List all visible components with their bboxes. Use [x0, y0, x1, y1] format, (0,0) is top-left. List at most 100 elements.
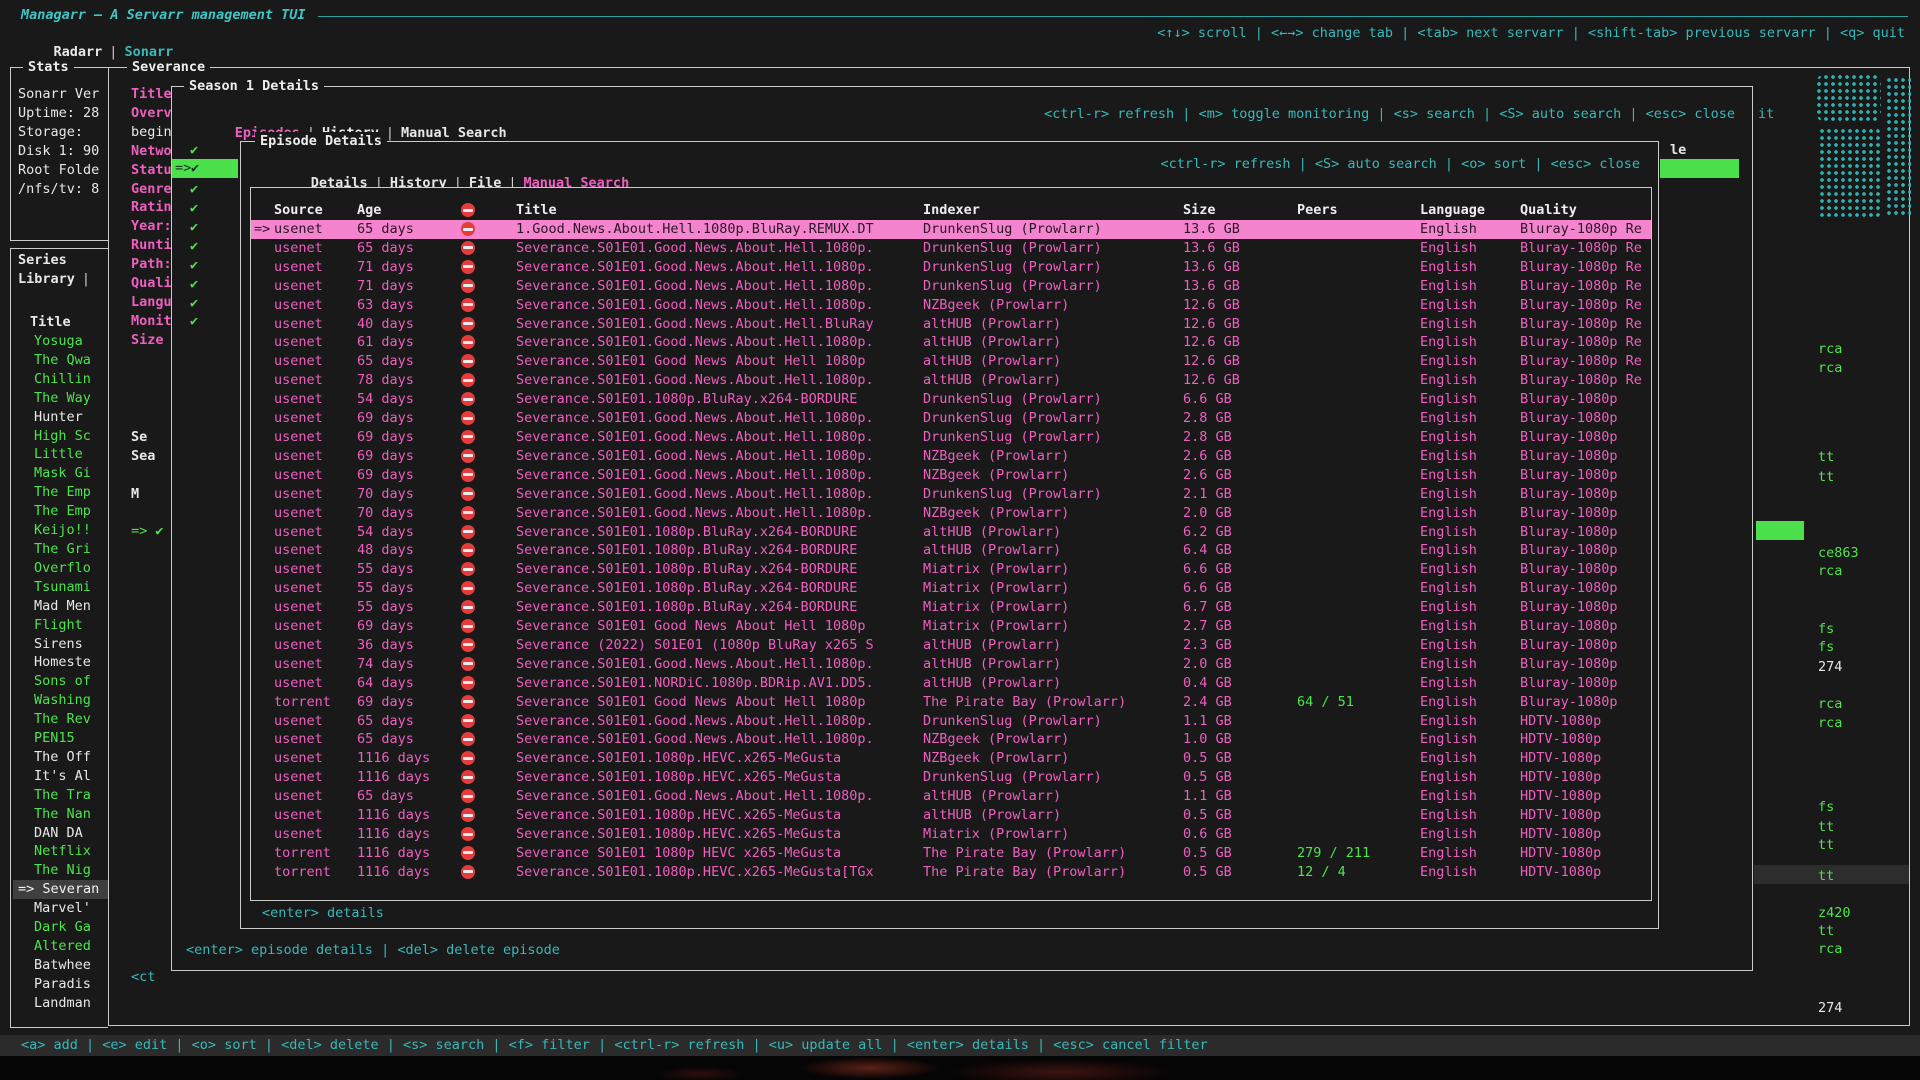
selected-episode-highlight-left[interactable]: => ✔ [172, 159, 238, 178]
series-list-item[interactable]: Sons of [13, 672, 108, 691]
release-row[interactable]: usenet1116 daysSeverance.S01E01.1080p.HE… [251, 749, 1651, 768]
series-list-item[interactable]: The Emp [13, 502, 108, 521]
release-row[interactable]: usenet69 daysSeverance.S01E01.Good.News.… [251, 409, 1651, 428]
release-row[interactable]: usenet55 daysSeverance.S01E01.1080p.BluR… [251, 579, 1651, 598]
stats-panel-title: Stats [23, 58, 74, 77]
release-row[interactable]: usenet69 daysSeverance.S01E01.Good.News.… [251, 447, 1651, 466]
col-peers[interactable]: Peers [1297, 201, 1420, 220]
col-language[interactable]: Language [1420, 201, 1520, 220]
series-list-item[interactable]: Chillin [13, 370, 108, 389]
col-rejected[interactable] [461, 201, 516, 220]
series-list-item[interactable]: Sirens [13, 635, 108, 654]
series-list-item[interactable]: Hunter [13, 408, 108, 427]
release-row[interactable]: usenet48 daysSeverance.S01E01.1080p.BluR… [251, 541, 1651, 560]
release-row[interactable]: usenet36 daysSeverance (2022) S01E01 (10… [251, 636, 1651, 655]
series-list-item[interactable]: The Rev [13, 710, 108, 729]
release-row[interactable]: usenet65 daysSeverance.S01E01.Good.News.… [251, 239, 1651, 258]
series-list-item[interactable]: High Sc [13, 427, 108, 446]
background-text-fragment: 274 [1818, 999, 1842, 1018]
release-row[interactable]: torrent69 daysSeverance S01E01 Good News… [251, 693, 1651, 712]
series-list-item[interactable]: DAN DA [13, 824, 108, 843]
release-row[interactable]: usenet71 daysSeverance.S01E01.Good.News.… [251, 277, 1651, 296]
poster-dot-art [1885, 75, 1911, 215]
series-list-item[interactable]: Washing [13, 691, 108, 710]
series-list-item[interactable]: Paradis [13, 975, 108, 994]
series-list-item[interactable]: Landman [13, 994, 108, 1013]
release-row[interactable]: usenet69 daysSeverance.S01E01.Good.News.… [251, 428, 1651, 447]
series-list-item[interactable]: Mask Gi [13, 464, 108, 483]
col-indexer[interactable]: Indexer [923, 201, 1183, 220]
release-row[interactable]: usenet40 daysSeverance.S01E01.Good.News.… [251, 315, 1651, 334]
series-list-item[interactable]: Netflix [13, 842, 108, 861]
series-list-item[interactable]: Altered [13, 937, 108, 956]
series-list-item[interactable]: Dark Ga [13, 918, 108, 937]
library-tab[interactable]: Library| [18, 270, 90, 289]
release-row[interactable]: usenet70 daysSeverance.S01E01.Good.News.… [251, 485, 1651, 504]
release-row[interactable]: torrent1116 daysSeverance S01E01 1080p H… [251, 844, 1651, 863]
release-row[interactable]: =>usenet65 days1.Good.News.About.Hell.10… [251, 220, 1651, 239]
release-row[interactable]: usenet61 daysSeverance.S01E01.Good.News.… [251, 333, 1651, 352]
series-detail-fields: TitleOvervbeginNetwoStatuGenreRatinYear:… [131, 85, 172, 350]
release-row[interactable]: usenet74 daysSeverance.S01E01.Good.News.… [251, 655, 1651, 674]
release-row[interactable]: usenet1116 daysSeverance.S01E01.1080p.HE… [251, 825, 1651, 844]
series-list-item[interactable]: The Emp [13, 483, 108, 502]
release-row[interactable]: usenet55 daysSeverance.S01E01.1080p.BluR… [251, 598, 1651, 617]
seasons-selected-arrow[interactable]: => ✔ [131, 522, 164, 541]
series-list-item[interactable]: Tsunami [13, 578, 108, 597]
series-list-item[interactable]: The Nan [13, 805, 108, 824]
release-row[interactable]: usenet64 daysSeverance.S01E01.NORDiC.108… [251, 674, 1651, 693]
series-list-item[interactable]: => Severan [13, 880, 108, 899]
release-row[interactable]: usenet69 daysSeverance S01E01 Good News … [251, 617, 1651, 636]
release-row[interactable]: torrent1116 daysSeverance.S01E01.1080p.H… [251, 863, 1651, 882]
series-list-item[interactable]: Little [13, 445, 108, 464]
col-quality[interactable]: Quality [1520, 201, 1577, 220]
stats-line: Disk 1: 90 [18, 142, 99, 161]
rejected-icon [461, 619, 475, 633]
release-row[interactable]: usenet65 daysSeverance.S01E01.Good.News.… [251, 787, 1651, 806]
release-row[interactable]: usenet1116 daysSeverance.S01E01.1080p.HE… [251, 806, 1651, 825]
title-rule [318, 16, 1908, 17]
monitored-check-icon: ✔ [191, 159, 199, 178]
release-row[interactable]: usenet78 daysSeverance.S01E01.Good.News.… [251, 371, 1651, 390]
release-row[interactable]: usenet63 daysSeverance.S01E01.Good.News.… [251, 296, 1651, 315]
series-list-item[interactable]: Marvel' [13, 899, 108, 918]
release-row[interactable]: usenet55 daysSeverance.S01E01.1080p.BluR… [251, 560, 1651, 579]
series-list-item[interactable]: PEN15 [13, 729, 108, 748]
series-list-item[interactable]: The Off [13, 748, 108, 767]
series-list-item[interactable]: The Tra [13, 786, 108, 805]
col-source[interactable]: Source [274, 201, 357, 220]
series-list-item[interactable]: Keijo!! [13, 521, 108, 540]
rejected-icon [461, 506, 475, 520]
series-list-item[interactable]: Flight [13, 616, 108, 635]
release-row[interactable]: usenet69 daysSeverance.S01E01.Good.News.… [251, 466, 1651, 485]
release-row[interactable]: usenet65 daysSeverance.S01E01.Good.News.… [251, 730, 1651, 749]
series-detail-field-label: Year: [131, 217, 172, 236]
release-row[interactable]: usenet65 daysSeverance.S01E01.Good.News.… [251, 712, 1651, 731]
release-row[interactable]: usenet54 daysSeverance.S01E01.1080p.BluR… [251, 523, 1651, 542]
series-list-item[interactable]: Yosuga [13, 332, 108, 351]
series-list-item[interactable]: Batwhee [13, 956, 108, 975]
col-age[interactable]: Age [357, 201, 461, 220]
series-list-item[interactable]: The Qwa [13, 351, 108, 370]
series-list-item[interactable]: Mad Men [13, 597, 108, 616]
release-row[interactable]: usenet65 daysSeverance.S01E01 Good News … [251, 352, 1651, 371]
series-list-item[interactable]: The Gri [13, 540, 108, 559]
series-list-item[interactable]: Overflo [13, 559, 108, 578]
release-row[interactable]: usenet70 daysSeverance.S01E01.Good.News.… [251, 504, 1651, 523]
series-list-item[interactable]: The Way [13, 389, 108, 408]
series-detail-field-label: Overv [131, 104, 172, 123]
series-list-item[interactable]: The Nig [13, 861, 108, 880]
col-title[interactable]: Title [516, 201, 923, 220]
series-keybinds-fragment: it [1758, 105, 1774, 124]
col-size[interactable]: Size [1183, 201, 1297, 220]
monitored-check-icon: ✔ [190, 256, 208, 275]
rejected-icon [461, 411, 475, 425]
release-row[interactable]: usenet1116 daysSeverance.S01E01.1080p.HE… [251, 768, 1651, 787]
tab-season-manual-search[interactable]: Manual Search [401, 125, 507, 141]
release-row[interactable]: usenet71 daysSeverance.S01E01.Good.News.… [251, 258, 1651, 277]
seasons-selected-highlight [1756, 521, 1804, 540]
background-text-fragment: rca [1818, 714, 1842, 733]
release-row[interactable]: usenet54 daysSeverance.S01E01.1080p.BluR… [251, 390, 1651, 409]
series-list-item[interactable]: It's Al [13, 767, 108, 786]
series-list-item[interactable]: Homeste [13, 653, 108, 672]
